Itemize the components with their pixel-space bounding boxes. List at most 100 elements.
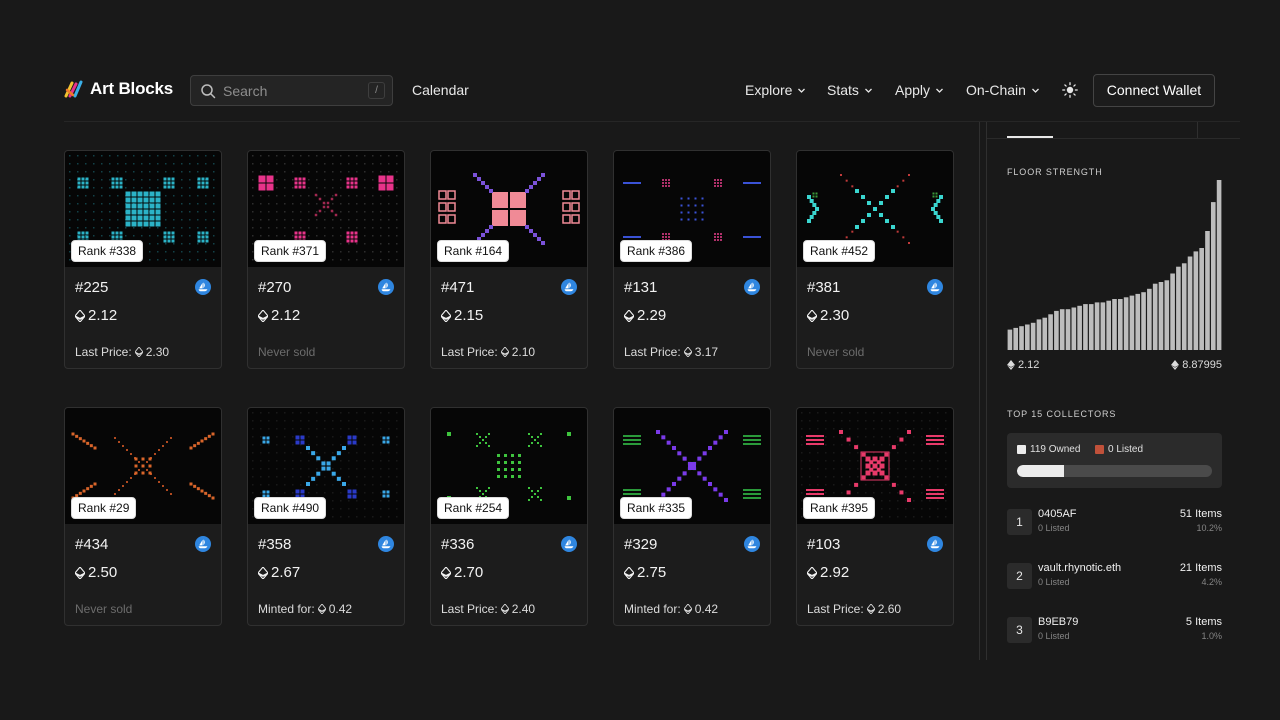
rank-badge: Rank #395	[803, 497, 876, 519]
sale-value: 0.42	[328, 602, 353, 616]
token-artwork[interactable]: Rank #452	[797, 151, 953, 267]
token-artwork[interactable]: Rank #29	[65, 408, 221, 524]
token-id: #434	[75, 536, 109, 553]
sale-info: Last Price: 2.60	[807, 602, 901, 616]
theme-toggle-sun-icon[interactable]	[1062, 82, 1078, 98]
token-card[interactable]: Rank #254 #336 2.70 Last Price: 2.40	[430, 407, 588, 626]
floor-bar	[1094, 302, 1100, 350]
eth-icon	[134, 347, 143, 357]
floor-bar	[1205, 231, 1210, 350]
collector-name[interactable]: vault.rhynotic.eth	[1038, 562, 1121, 574]
floor-bar	[1071, 307, 1077, 350]
opensea-icon[interactable]	[195, 536, 211, 552]
token-card[interactable]: Rank #335 #329 2.75 Minted for: 0.42	[613, 407, 771, 626]
top-collectors-title: TOP 15 COLLECTORS	[1007, 409, 1117, 419]
nav-apply[interactable]: Apply	[895, 82, 944, 98]
token-artwork[interactable]: Rank #254	[431, 408, 587, 524]
token-card[interactable]: Rank #386 #131 2.29 Last Price: 3.17	[613, 150, 771, 369]
eth-icon	[441, 309, 451, 322]
opensea-icon[interactable]	[744, 536, 760, 552]
token-card[interactable]: Rank #452 #381 2.30 Never sold	[796, 150, 954, 369]
eth-icon	[866, 604, 875, 614]
top-header: Art Blocks / Calendar Explore Stats Appl…	[0, 0, 1280, 122]
connect-wallet-button[interactable]: Connect Wallet	[1093, 74, 1215, 107]
token-card[interactable]: Rank #371 #270 2.12 Never sold	[247, 150, 405, 369]
opensea-icon[interactable]	[195, 279, 211, 295]
floor-max-text: 8.87995	[1182, 359, 1222, 371]
token-artwork[interactable]: Rank #395	[797, 408, 953, 524]
eth-icon	[624, 309, 634, 322]
owned-progress-fill	[1017, 465, 1064, 477]
owned-label: 119 Owned	[1030, 444, 1081, 455]
opensea-icon[interactable]	[378, 279, 394, 295]
floor-bar	[1170, 273, 1175, 350]
eth-icon	[683, 347, 692, 357]
rank-badge: Rank #452	[803, 240, 876, 262]
floor-bar	[1036, 319, 1042, 350]
opensea-icon[interactable]	[378, 536, 394, 552]
opensea-icon[interactable]	[561, 279, 577, 295]
art-blocks-logo-icon	[64, 80, 83, 98]
rank-badge: Rank #335	[620, 497, 693, 519]
floor-bar	[1181, 263, 1187, 350]
token-price: 2.92	[807, 564, 849, 581]
sale-value: 2.30	[145, 345, 170, 359]
price-value: 2.30	[820, 307, 850, 324]
nav-stats[interactable]: Stats	[827, 82, 873, 98]
sale-label: Last Price:	[807, 602, 864, 616]
collector-row[interactable]: 3 B9EB79 0 Listed 5 Items 1.0%	[1007, 616, 1222, 646]
collector-items: 51 Items	[1179, 508, 1222, 520]
price-value: 2.12	[88, 307, 118, 324]
token-artwork[interactable]: Rank #371	[248, 151, 404, 267]
token-card[interactable]: Rank #395 #103 2.92 Last Price: 2.60	[796, 407, 954, 626]
collector-name[interactable]: 0405AF	[1038, 508, 1077, 520]
token-id: #471	[441, 279, 475, 296]
collector-row[interactable]: 2 vault.rhynotic.eth 0 Listed 21 Items 4…	[1007, 562, 1222, 592]
collector-items: 5 Items	[1185, 616, 1222, 628]
sale-info: Minted for: 0.42	[624, 602, 718, 616]
nav-on-chain[interactable]: On-Chain	[966, 82, 1040, 98]
search-shortcut-key: /	[368, 82, 385, 99]
nav-explore[interactable]: Explore	[745, 82, 806, 98]
token-artwork[interactable]: Rank #338	[65, 151, 221, 267]
opensea-icon[interactable]	[561, 536, 577, 552]
search-bar[interactable]: /	[190, 75, 393, 106]
opensea-icon[interactable]	[927, 536, 943, 552]
eth-icon	[1171, 360, 1180, 370]
search-input[interactable]	[223, 82, 353, 99]
sale-label: Never sold	[75, 602, 133, 616]
floor-bar	[1106, 300, 1111, 350]
floor-bar	[1025, 324, 1030, 350]
sale-value: 3.17	[694, 345, 719, 359]
collector-rank: 3	[1007, 617, 1032, 643]
token-card[interactable]: Rank #164 #471 2.15 Last Price: 2.10	[430, 150, 588, 369]
token-artwork[interactable]: Rank #164	[431, 151, 587, 267]
price-value: 2.75	[637, 564, 667, 581]
collector-name[interactable]: B9EB79	[1038, 616, 1078, 628]
token-card[interactable]: Rank #29 #434 2.50 Never sold	[64, 407, 222, 626]
opensea-icon[interactable]	[744, 279, 760, 295]
token-id: #329	[624, 536, 658, 553]
token-artwork[interactable]: Rank #386	[614, 151, 770, 267]
token-artwork[interactable]: Rank #490	[248, 408, 404, 524]
price-value: 2.67	[271, 564, 301, 581]
collector-rank: 2	[1007, 563, 1032, 589]
art-blocks-logo[interactable]: Art Blocks	[64, 78, 173, 100]
sale-info: Minted for: 0.42	[258, 602, 352, 616]
token-artwork[interactable]: Rank #335	[614, 408, 770, 524]
rank-badge: Rank #371	[254, 240, 327, 262]
floor-min-value: 2.12	[1007, 359, 1039, 371]
owned-progress-bar	[1017, 465, 1212, 477]
floor-bar	[1210, 202, 1216, 350]
collector-row[interactable]: 1 0405AF 0 Listed 51 Items 10.2%	[1007, 508, 1222, 538]
calendar-link[interactable]: Calendar	[412, 82, 469, 98]
token-id: #336	[441, 536, 475, 553]
floor-bar	[1123, 297, 1129, 350]
chevron-down-icon	[798, 88, 806, 93]
token-card[interactable]: Rank #490 #358 2.67 Minted for: 0.42	[247, 407, 405, 626]
token-card[interactable]: Rank #338 #225 2.12 Last Price: 2.30	[64, 150, 222, 369]
collector-percent: 4.2%	[1201, 577, 1222, 587]
opensea-icon[interactable]	[927, 279, 943, 295]
sale-value: 2.40	[511, 602, 536, 616]
eth-icon	[1007, 360, 1015, 370]
